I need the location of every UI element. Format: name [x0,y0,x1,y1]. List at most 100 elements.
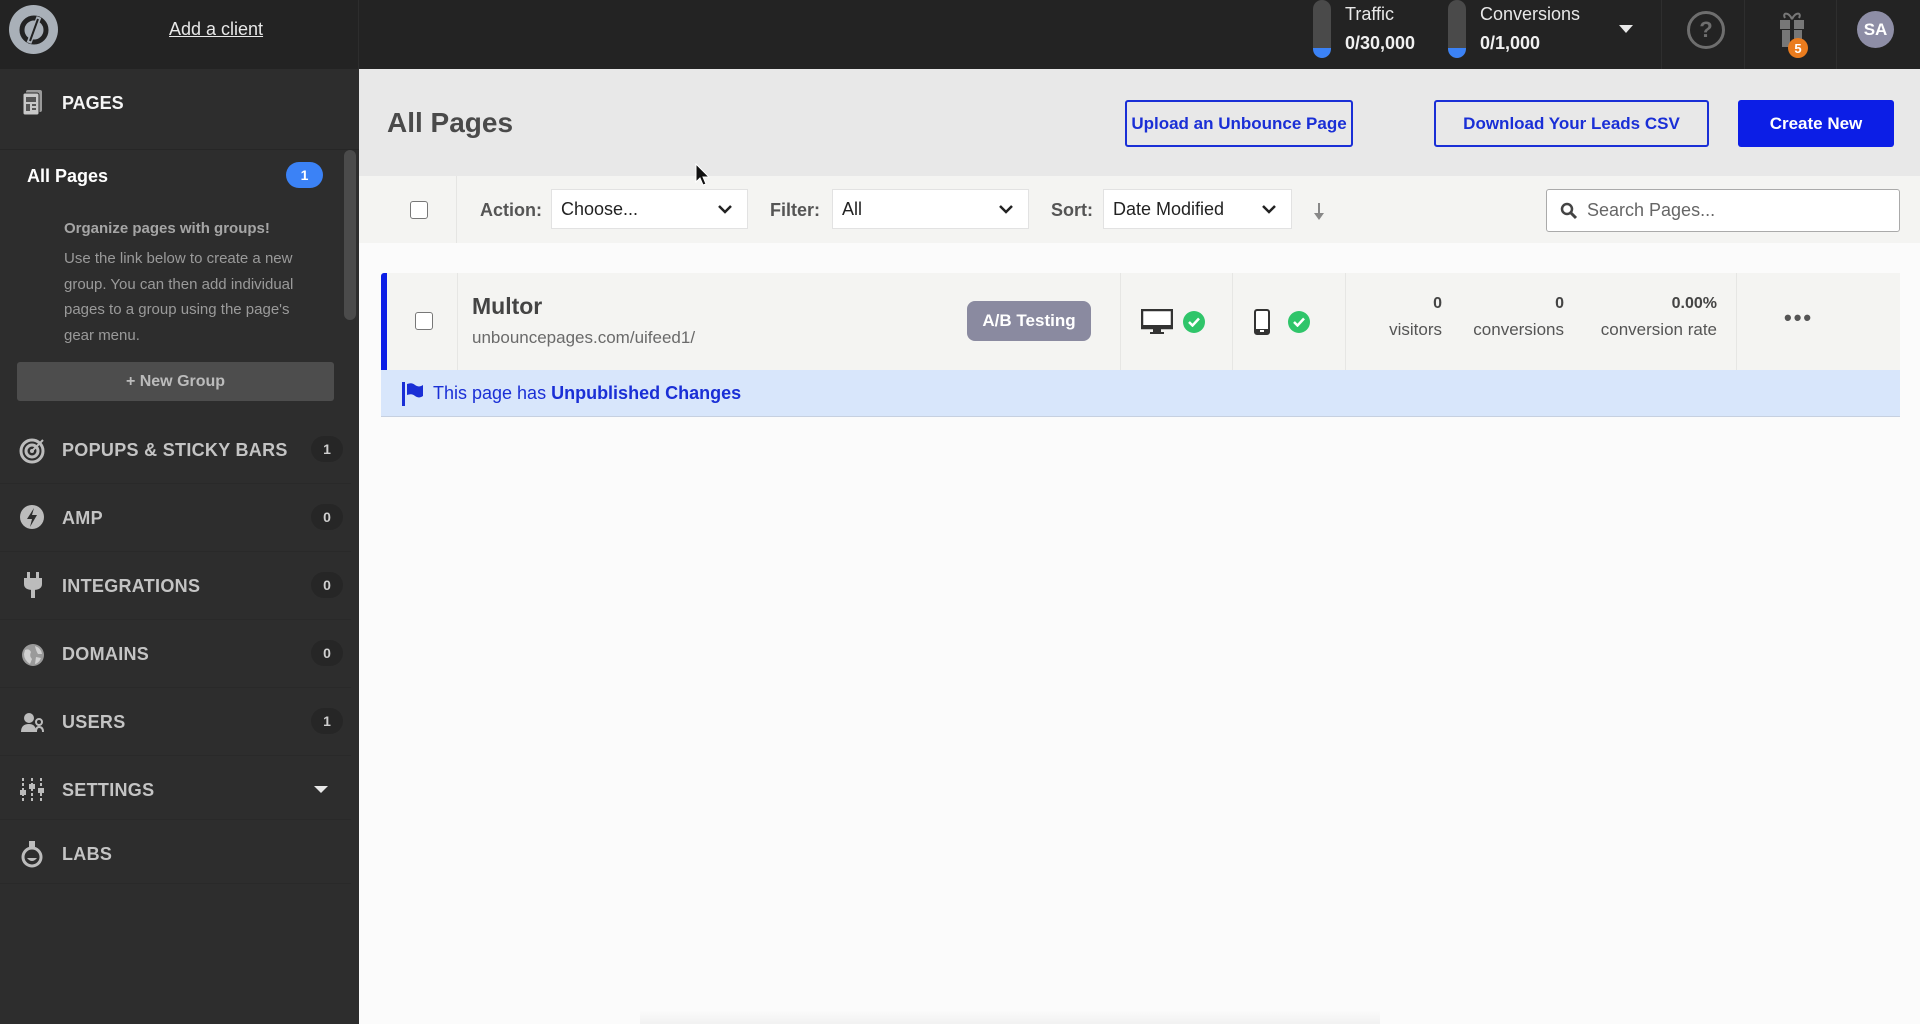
lightning-icon [19,504,47,532]
sidebar-scrollbar[interactable] [344,150,356,320]
conversions-value: 0/1,000 [1480,33,1541,53]
conversions-label: conversions [1473,320,1564,339]
top-bar: Add a client Traffic 0/30,000 Conversion… [0,0,1920,69]
help-glyph: ? [1699,17,1713,42]
new-group-button[interactable]: + New Group [17,362,334,401]
page-groups-panel: All Pages 1 Organize pages with groups! … [0,150,359,349]
usage-dropdown-caret-icon[interactable] [1619,25,1633,33]
sort-label: Sort: [1051,200,1093,220]
all-pages-link[interactable]: All Pages [27,166,108,187]
mouse-cursor-icon [695,162,711,192]
divider [1120,273,1121,370]
table-row[interactable]: Multor unbouncepages.com/uifeed1/ A/B Te… [381,273,1900,370]
sidebar-item-label: AMP [62,508,103,528]
mobile-published-check-icon [1288,311,1310,333]
avatar[interactable]: SA [1857,11,1894,48]
chevron-down-icon [1261,202,1277,220]
unbounce-logo-icon[interactable] [9,5,58,54]
visitors-stat: 0 visitors [1357,295,1442,340]
upload-page-button[interactable]: Upload an Unbounce Page [1125,100,1353,147]
sidebar-item-label: LABS [62,844,113,864]
sidebar-item-domains[interactable]: DOMAINS 0 [0,620,351,688]
row-checkbox[interactable] [415,312,433,330]
flask-icon [19,840,47,868]
users-icon [19,708,47,736]
count-badge: 1 [311,436,343,462]
search-icon [1560,202,1578,225]
unpublished-changes-link[interactable]: Unpublished Changes [551,383,741,403]
conversion-rate-stat: 0.00% conversion rate [1577,295,1717,340]
desktop-published-check-icon [1183,311,1205,333]
question-circle-icon[interactable]: ? [1687,11,1725,49]
conversions-meter [1448,0,1466,58]
pages-icon [22,90,44,121]
filter-select[interactable]: All [832,189,1029,229]
sliders-icon [19,776,47,804]
notification-badge: 5 [1788,38,1808,58]
sidebar-item-labs[interactable]: LABS [0,820,351,884]
sidebar-item-pages[interactable]: PAGES [0,69,359,149]
conversions-stat: 0 conversions [1454,295,1564,340]
chevron-down-icon [717,202,733,220]
sort-select[interactable]: Date Modified [1103,189,1292,229]
sidebar-item-label: SETTINGS [62,780,155,800]
divider [1661,0,1662,69]
conversions-meter-fill [1448,48,1466,58]
visitors-label: visitors [1389,320,1442,339]
filter-select-value: All [842,199,863,219]
action-label: Action: [480,200,542,220]
groups-help-title: Organize pages with groups! [64,220,270,237]
count-badge: 1 [311,708,343,734]
create-new-button[interactable]: Create New [1738,100,1894,147]
page-name-link[interactable]: Multor [472,293,542,320]
action-select[interactable]: Choose... [551,189,748,229]
traffic-meter [1313,0,1331,58]
flag-icon [401,382,425,411]
chevron-down-icon [998,202,1014,220]
traffic-meter-fill [1313,48,1331,58]
traffic-label: Traffic [1345,4,1395,24]
conversions-count: 0 [1555,295,1564,312]
page-url-link[interactable]: unbouncepages.com/uifeed1/ [472,328,695,348]
select-all-cell [359,176,457,243]
sort-direction-arrow-icon[interactable] [1313,203,1325,226]
chevron-down-icon[interactable] [314,786,328,793]
divider [358,0,359,69]
main-content: All Pages Upload an Unbounce Page Downlo… [359,69,1920,1024]
search-input[interactable] [1587,190,1887,231]
all-pages-count-badge: 1 [286,162,323,188]
filter-label: Filter: [770,200,821,220]
ab-testing-badge[interactable]: A/B Testing [967,301,1091,341]
bottom-shadow [640,1010,1380,1024]
action-select-value: Choose... [561,199,639,219]
sidebar-item-label: DOMAINS [62,644,150,664]
sidebar-item-settings[interactable]: SETTINGS [0,756,351,820]
conversion-rate-label: conversion rate [1600,320,1717,339]
visitors-count: 0 [1433,295,1442,312]
notice-text: This page has Unpublished Changes [433,383,741,404]
sidebar: PAGES All Pages 1 Organize pages with gr… [0,69,359,1024]
divider [1836,0,1837,69]
download-leads-button[interactable]: Download Your Leads CSV [1434,100,1709,147]
divider [1736,273,1737,370]
groups-help-text: Use the link below to create a new group… [64,250,294,344]
select-all-checkbox[interactable] [410,201,428,219]
sidebar-item-amp[interactable]: AMP 0 [0,484,351,552]
divider [1345,273,1346,370]
sidebar-item-integrations[interactable]: INTEGRATIONS 0 [0,552,351,620]
conversion-rate-value: 0.00% [1671,295,1717,312]
unpublished-changes-notice: This page has Unpublished Changes [381,370,1900,417]
plug-icon [19,572,47,600]
more-options-icon[interactable]: ••• [1784,305,1813,331]
count-badge: 0 [311,504,343,530]
divider [1232,273,1233,370]
page-header: All Pages Upload an Unbounce Page Downlo… [359,69,1920,176]
target-icon [19,436,47,464]
sidebar-item-popups[interactable]: POPUPS & STICKY BARS 1 [0,416,351,484]
page-title: All Pages [387,107,514,138]
sidebar-item-label: PAGES [62,93,124,113]
add-client-link[interactable]: Add a client [169,19,263,40]
sidebar-item-label: INTEGRATIONS [62,576,201,596]
traffic-value: 0/30,000 [1345,33,1416,53]
sidebar-item-users[interactable]: USERS 1 [0,688,351,756]
